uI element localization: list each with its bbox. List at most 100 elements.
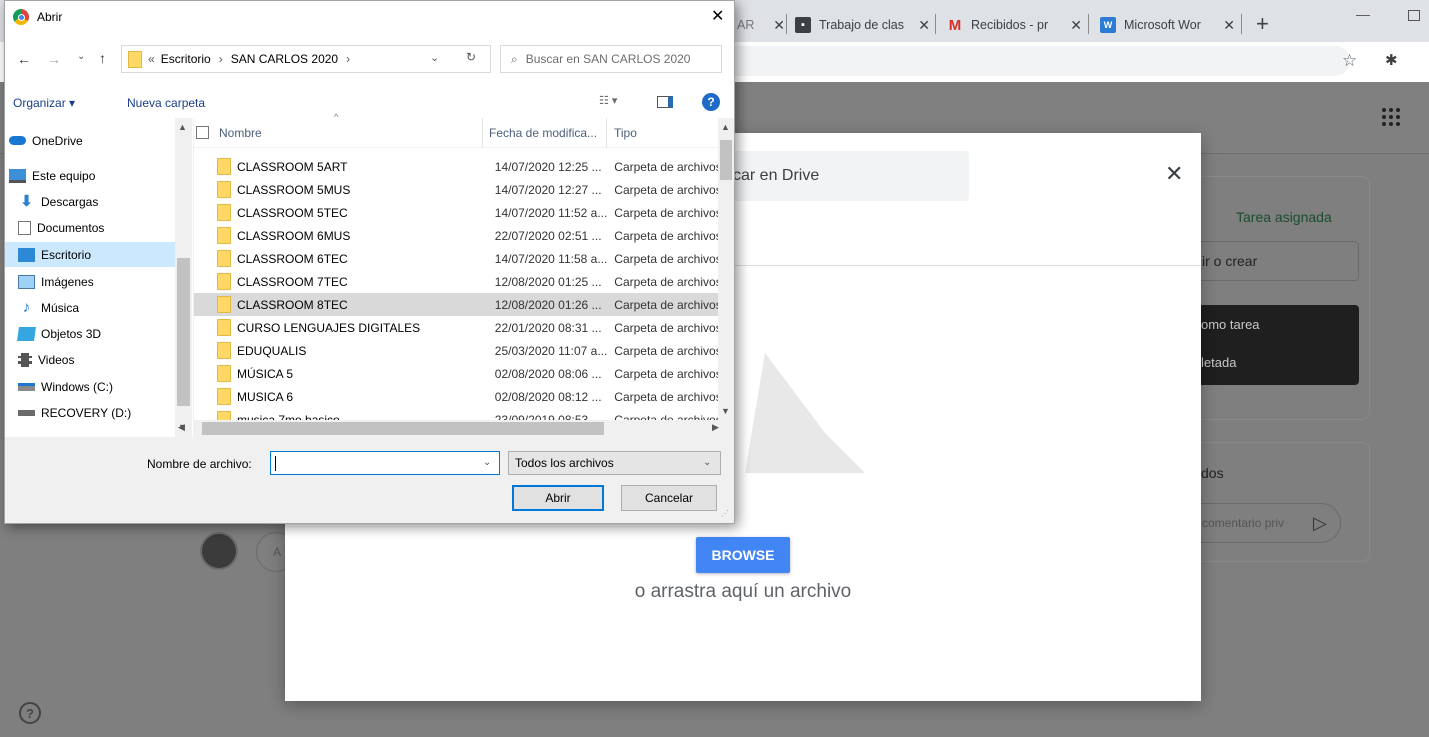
breadcrumb-san-carlos[interactable]: SAN CARLOS 2020 [231,52,338,66]
file-row[interactable]: CLASSROOM 7TEC 12/08/2020 01:25 ... Carpet… [194,270,718,293]
file-scroll-thumb[interactable] [720,140,732,180]
nav-scrollbar[interactable]: ▲ ▼ [175,118,192,437]
breadcrumb-escritorio[interactable]: Escritorio [161,52,211,66]
nav-item-este-equipo[interactable]: Este equipo [5,162,175,189]
help-icon[interactable]: ? [19,702,41,724]
nav-item-videos[interactable]: Videos [5,347,175,372]
horizontal-scroll-thumb[interactable] [202,422,604,435]
column-type[interactable]: Tipo [607,126,637,140]
close-icon[interactable]: ✕ [711,6,724,26]
new-folder-button[interactable]: Nueva carpeta [127,96,205,110]
nav-item-windows-c[interactable]: Windows (C:) [5,374,175,399]
apps-grid-icon[interactable] [1382,108,1400,126]
breadcrumb-overflow[interactable]: « [148,52,155,66]
file-row[interactable]: CLASSROOM 6MUS 22/07/2020 02:51 ... Carpet… [194,224,718,247]
nav-item-recovery-d[interactable]: RECOVERY (D:) [5,400,175,425]
mark-as-done-button[interactable]: omo tarea letada [1187,305,1359,385]
tab-divider [1241,14,1242,34]
address-bar[interactable] [730,46,1350,76]
refresh-icon[interactable]: ↻ [466,50,476,64]
help-icon[interactable]: ? [702,93,720,111]
file-name: EDUQUALIS [237,343,307,358]
resize-grip-icon[interactable]: ⋰ [721,509,729,518]
breadcrumb-dropdown-icon[interactable]: ⌄ [430,51,439,64]
scroll-up-icon[interactable]: ▲ [178,122,187,132]
tab-trabajo-de-clase[interactable]: ▪ Trabajo de clas ✕ [795,8,930,42]
file-row[interactable]: MUSICA 6 02/08/2020 08:12 ... Carpeta de a… [194,385,718,408]
sort-ascending-icon: ^ [334,112,339,122]
filename-dropdown-icon[interactable]: ⌄ [483,457,491,468]
nav-item-imagenes[interactable]: Imágenes [5,269,175,294]
tab-gmail[interactable]: M Recibidos - pr ✕ [947,8,1082,42]
search-icon: ⌕ [511,51,518,66]
tab-close-icon[interactable]: ✕ [773,17,785,34]
scroll-down-icon[interactable]: ▼ [721,406,730,416]
objects3d-icon [17,326,36,341]
new-tab-button[interactable]: + [1256,11,1269,37]
drive-search-input[interactable]: scar en Drive [705,151,969,201]
address-breadcrumb[interactable]: « Escritorio › SAN CARLOS 2020 › ⌄ ↻ [121,45,491,73]
file-date: 25/03/2020 11:07 a... [494,343,608,358]
cancel-button[interactable]: Cancelar [621,485,717,511]
folder-icon [217,342,231,359]
view-options-icon[interactable]: ☷ ▾ [599,94,617,107]
nav-item-objetos-3d[interactable]: Objetos 3D [5,321,175,346]
organize-button[interactable]: Organizar ▾ [13,96,75,110]
avatar [200,532,238,570]
folder-icon [217,181,231,198]
column-date[interactable]: Fecha de modifica... [483,117,607,148]
open-button[interactable]: Abrir [512,485,604,511]
file-horizontal-scrollbar[interactable]: ◀ ▶ [178,420,734,437]
file-type: Carpeta de archivos [614,320,718,335]
file-date: 02/08/2020 08:12 ... [494,389,602,404]
filename-input[interactable]: ⌄ [270,451,500,475]
drive-search-placeholder: scar en Drive [725,167,820,184]
file-row[interactable]: CURSO LENGUAJES DIGITALES 22/01/2020 08:3… [194,316,718,339]
private-comments-heading: dos [1201,465,1224,481]
file-row[interactable]: CLASSROOM 8TEC 12/08/2020 01:26 ... Carpet… [194,293,718,316]
drive-d-icon [18,409,35,416]
forward-arrow-icon[interactable]: → [47,51,61,67]
file-row[interactable]: CLASSROOM 5ART 14/07/2020 12:25 ... Carpet… [194,155,718,178]
back-arrow-icon[interactable]: ← [17,51,31,67]
tab-close-icon[interactable]: ✕ [918,17,930,34]
nav-item-descargas[interactable]: ⬇ Descargas [5,189,175,214]
nav-item-escritorio[interactable]: Escritorio [5,242,175,267]
extensions-puzzle-icon[interactable]: ✱ [1385,51,1398,69]
up-arrow-icon[interactable]: ↑ [99,50,106,66]
nav-item-onedrive[interactable]: OneDrive [5,127,175,154]
tab-close-icon[interactable]: ✕ [1223,17,1235,34]
tab-close-icon[interactable]: ✕ [1070,17,1082,34]
scroll-left-icon[interactable]: ◀ [178,422,185,433]
send-icon[interactable]: ▷ [1313,513,1327,534]
add-or-create-button[interactable]: ir o crear [1187,241,1359,281]
file-vertical-scrollbar[interactable]: ▲ ▼ [718,118,734,420]
bookmark-star-icon[interactable]: ☆ [1342,51,1357,71]
tab-microsoft-word[interactable]: W Microsoft Wor ✕ [1100,8,1235,42]
scroll-up-icon[interactable]: ▲ [721,122,730,132]
recent-locations-chevron-icon[interactable]: ⌄ [77,51,85,62]
minimize-icon[interactable]: — [1356,6,1370,22]
preview-pane-icon[interactable] [657,96,673,108]
nav-scroll-thumb[interactable] [177,258,190,406]
browse-button[interactable]: BROWSE [696,537,790,573]
nav-item-musica[interactable]: ♪ Música [5,295,175,320]
file-row[interactable]: EDUQUALIS 25/03/2020 11:07 a... Carpeta de… [194,339,718,362]
scroll-right-icon[interactable]: ▶ [712,422,719,433]
folder-icon [217,250,231,267]
add-or-create-label: ir o crear [1202,253,1258,269]
file-type-filter-select[interactable]: Todos los archivos ⌄ [508,451,721,475]
select-all-checkbox[interactable] [196,126,209,139]
nav-item-documentos[interactable]: Documentos [5,215,175,240]
dialog-search-input[interactable]: ⌕ Buscar en SAN CARLOS 2020 [500,45,722,73]
restore-icon[interactable] [1408,10,1420,21]
file-row[interactable]: CLASSROOM 5MUS 14/07/2020 12:27 ... Carpet… [194,178,718,201]
file-row[interactable]: CLASSROOM 6TEC 14/07/2020 11:58 a... Carpe… [194,247,718,270]
file-row[interactable]: CLASSROOM 5TEC 14/07/2020 11:52 a... Carpe… [194,201,718,224]
tab-classroom-partial[interactable]: AR ✕ [737,8,785,42]
file-row[interactable]: MÚSICA 5 02/08/2020 08:06 ... Carpeta de a… [194,362,718,385]
column-name[interactable]: Nombre [219,117,483,148]
file-date: 14/07/2020 11:58 a... [494,251,608,266]
desktop-icon [18,247,35,262]
close-icon[interactable]: ✕ [1165,161,1183,187]
